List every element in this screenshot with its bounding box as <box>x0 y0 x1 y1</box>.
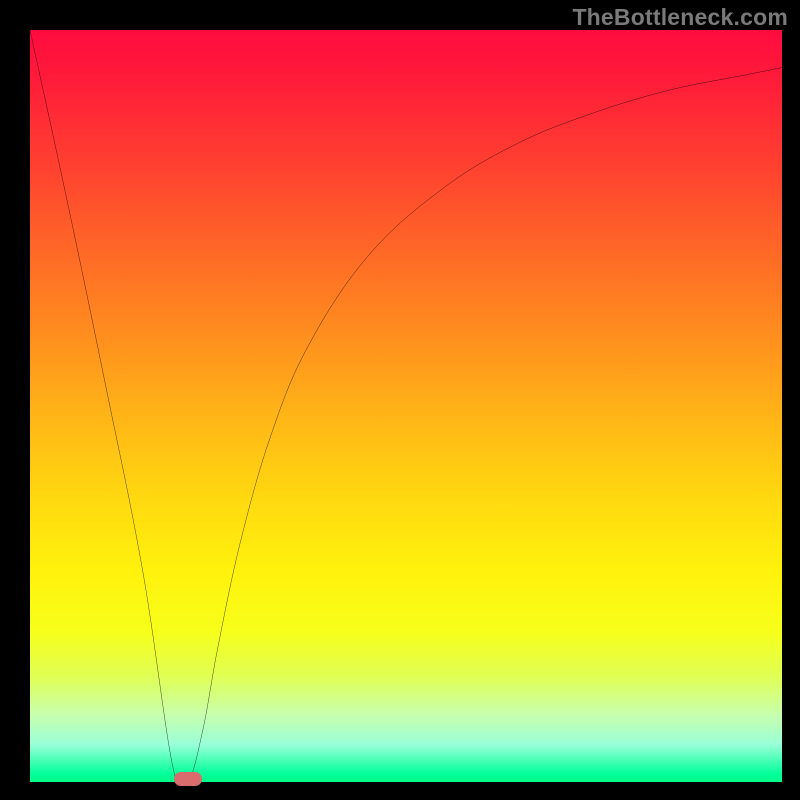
plot-area <box>30 30 782 782</box>
watermark-text: TheBottleneck.com <box>572 4 788 31</box>
bottleneck-curve <box>30 30 782 782</box>
chart-frame: TheBottleneck.com <box>0 0 800 800</box>
optimum-marker <box>174 772 202 786</box>
